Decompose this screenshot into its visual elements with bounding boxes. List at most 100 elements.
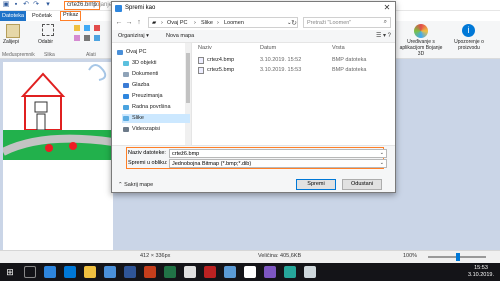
- filetype-select[interactable]: Jednobojna Bitmap (*.bmp;*.dib) ⌄: [169, 159, 387, 168]
- app-icon[interactable]: [304, 266, 316, 278]
- cancel-button[interactable]: Odustani: [342, 179, 382, 190]
- app-icon[interactable]: [264, 266, 276, 278]
- file-size: Veličina: 405,6KB: [258, 253, 302, 259]
- nav-item-download[interactable]: Preuzimanja: [122, 92, 190, 101]
- dialog-title: Spremi kao: [125, 5, 156, 11]
- nav-item-document[interactable]: Dokumenti: [122, 70, 190, 79]
- excel-icon[interactable]: [164, 266, 176, 278]
- eraser-icon[interactable]: [74, 35, 80, 41]
- file-row[interactable]: crtez5.bmp 3.10.2019. 15:53 BMP datoteka: [194, 66, 394, 75]
- nav-item-pc[interactable]: Ovaj PC: [116, 48, 184, 57]
- chrome-icon[interactable]: [184, 266, 196, 278]
- chevron-down-icon[interactable]: ⌄: [380, 160, 384, 166]
- text-icon[interactable]: [94, 25, 100, 31]
- music-icon: [123, 83, 129, 88]
- breadcrumb-pictures[interactable]: Slike: [201, 20, 213, 26]
- file-list: Naziv Datum Vrsta crtez4.bmp 3.10.2019. 1…: [194, 43, 395, 145]
- tab-file[interactable]: Datoteka: [0, 11, 26, 21]
- nav-item-label: Radna površina: [132, 104, 171, 110]
- hide-folders-toggle[interactable]: ⌃ Sakrij mape: [118, 182, 153, 188]
- column-type[interactable]: Vrsta: [332, 45, 345, 51]
- new-folder-button[interactable]: Nova mapa: [166, 33, 194, 39]
- filetype-value: Jednobojna Bitmap (*.bmp;*.dib): [172, 161, 252, 167]
- paste-button[interactable]: Zalijepi: [3, 39, 19, 45]
- navigation-pane: Ovaj PC 3D objekti Dokumenti Glazba Preuzima…: [112, 43, 192, 145]
- up-icon[interactable]: ↑: [135, 18, 143, 27]
- product-alert-button[interactable]: Upozorenje o proizvodu: [450, 39, 488, 51]
- fill-icon[interactable]: [84, 25, 90, 31]
- paint-taskbar-icon[interactable]: [224, 266, 236, 278]
- file-row[interactable]: crtez4.bmp 3.10.2019. 15:52 BMP datoteka: [194, 56, 394, 65]
- pencil-icon[interactable]: [74, 25, 80, 31]
- file-type: BMP datoteka: [332, 57, 367, 63]
- address-row: ← → ↑ ▰ › Ovaj PC › Slike › Loomen ⌄ ↻ P…: [112, 15, 395, 30]
- breadcrumb-sep: ›: [194, 20, 196, 26]
- notepad-icon[interactable]: [244, 266, 256, 278]
- quick-access-dropdown-icon[interactable]: ▾: [44, 1, 52, 9]
- zoom-level: 100%: [403, 253, 418, 259]
- file-date: 3.10.2019. 15:52: [260, 57, 302, 63]
- edit-paint3d-button[interactable]: Uređivanje s aplikacijom Bojanje 3D: [398, 39, 444, 57]
- store-icon[interactable]: [104, 266, 116, 278]
- nav-item-music[interactable]: Glazba: [122, 81, 190, 90]
- breadcrumb-this-pc[interactable]: Ovaj PC: [167, 20, 187, 26]
- pc-icon: [117, 50, 123, 55]
- undo-icon[interactable]: ↶: [22, 1, 30, 9]
- nav-item-video[interactable]: Videozapisi: [122, 125, 190, 134]
- app-icon[interactable]: [284, 266, 296, 278]
- close-icon[interactable]: ✕: [382, 3, 392, 13]
- filezilla-icon[interactable]: [204, 266, 216, 278]
- save-button[interactable]: Spremi: [296, 179, 336, 190]
- info-icon[interactable]: i: [462, 24, 475, 37]
- clock-time: 15:53: [474, 265, 488, 271]
- file-explorer-icon[interactable]: [84, 266, 96, 278]
- save-icon[interactable]: ▪: [12, 1, 20, 9]
- search-icon: ⌕: [383, 19, 387, 25]
- zoom-slider-thumb[interactable]: [456, 253, 460, 261]
- nav-item-label: Preuzimanja: [132, 93, 163, 99]
- download-icon: [123, 94, 129, 99]
- file-date: 3.10.2019. 15:53: [260, 67, 302, 73]
- clock[interactable]: 15:53 3.10.2019.: [468, 265, 494, 279]
- chevron-down-icon[interactable]: ⌄: [380, 150, 384, 156]
- word-icon[interactable]: [124, 266, 136, 278]
- search-icon[interactable]: [24, 266, 36, 278]
- magnifier-icon[interactable]: [94, 35, 100, 41]
- column-name[interactable]: Naziv: [198, 45, 212, 51]
- cube-icon: [123, 61, 129, 66]
- select-icon[interactable]: [42, 24, 54, 36]
- clipboard-icon[interactable]: [6, 24, 20, 38]
- refresh-icon[interactable]: ↻: [290, 19, 298, 28]
- address-bar[interactable]: ▰ › Ovaj PC › Slike › Loomen ⌄: [148, 17, 298, 28]
- nav-item-pictures[interactable]: Slike: [122, 114, 190, 123]
- select-button[interactable]: Odabir: [38, 39, 53, 45]
- nav-item-label: Glazba: [132, 82, 150, 88]
- filetype-label: Spremi u obliku:: [128, 160, 168, 166]
- column-date[interactable]: Datum: [260, 45, 276, 51]
- redo-icon[interactable]: ↷: [32, 1, 40, 9]
- forward-icon[interactable]: →: [125, 18, 133, 27]
- nav-item-label: Ovaj PC: [126, 49, 147, 55]
- bitmap-file-icon: [198, 67, 204, 74]
- file-type: BMP datoteka: [332, 67, 367, 73]
- organize-button[interactable]: Organiziraj ▾: [118, 33, 149, 39]
- task-view-icon[interactable]: [44, 266, 56, 278]
- nav-item-desktop[interactable]: Radna površina: [122, 103, 190, 112]
- nav-item-cube[interactable]: 3D objekti: [122, 59, 190, 68]
- tab-home[interactable]: Početak: [32, 11, 52, 21]
- powerpoint-icon[interactable]: [144, 266, 156, 278]
- image-dimensions: 412 × 336px: [140, 253, 171, 259]
- search-placeholder: Pretraži "Loomen": [307, 20, 352, 26]
- edge-icon[interactable]: [64, 266, 76, 278]
- breadcrumb-loomen[interactable]: Loomen: [224, 20, 244, 26]
- paint3d-icon[interactable]: [414, 24, 428, 38]
- color-picker-icon[interactable]: [84, 35, 90, 41]
- back-icon[interactable]: ←: [115, 18, 123, 27]
- drawing-canvas[interactable]: [3, 62, 113, 258]
- view-options-icon[interactable]: ☰ ▾ ?: [376, 32, 391, 39]
- search-input[interactable]: Pretraži "Loomen" ⌕: [303, 17, 391, 28]
- folder-icon: ▰: [152, 20, 157, 26]
- start-windows-icon[interactable]: ⊞: [4, 266, 16, 278]
- filename-field[interactable]: crtež6.bmp ⌄: [169, 149, 387, 158]
- group-tools: Alati: [86, 52, 96, 58]
